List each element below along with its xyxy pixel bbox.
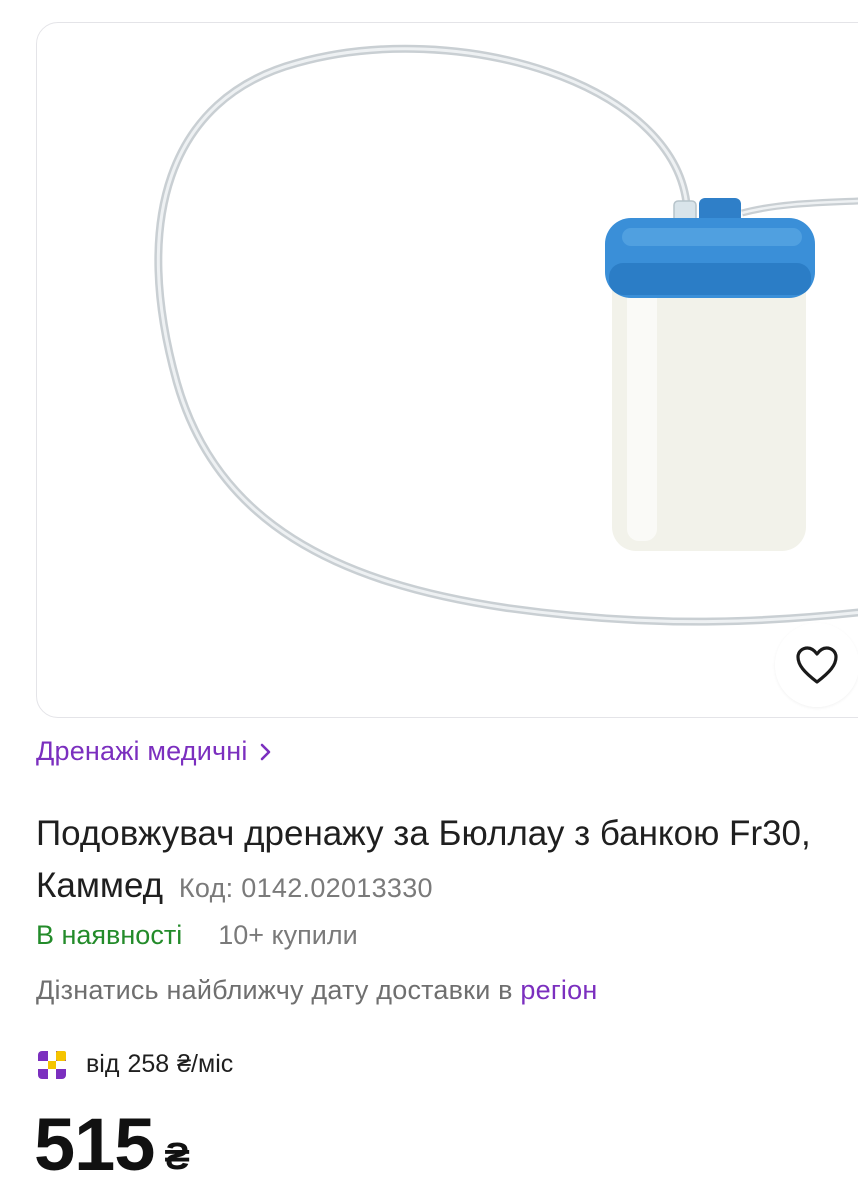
availability-row: В наявності 10+ купили bbox=[36, 920, 358, 951]
installment-offer[interactable]: від 258 ₴/міс bbox=[38, 1050, 233, 1079]
stock-status: В наявності bbox=[36, 920, 183, 950]
product-image bbox=[154, 44, 858, 626]
delivery-text: Дізнатись найближчу дату доставки в bbox=[36, 975, 513, 1005]
price-amount: 515 bbox=[34, 1103, 155, 1186]
product-page: Дренажі медичні Подовжувач дренажу за Бю… bbox=[0, 0, 858, 1200]
bought-count: 10+ купили bbox=[218, 920, 358, 950]
favorite-button[interactable] bbox=[775, 623, 858, 707]
region-link[interactable]: регіон bbox=[520, 975, 597, 1005]
product-code: Код: 0142.02013330 bbox=[178, 873, 433, 903]
price-block: 515 ₴ bbox=[34, 1108, 190, 1182]
product-image-card[interactable] bbox=[36, 22, 858, 718]
delivery-info: Дізнатись найближчу дату доставки в регі… bbox=[36, 975, 597, 1006]
price-currency: ₴ bbox=[164, 1136, 190, 1178]
installment-prefix: від bbox=[86, 1050, 120, 1078]
product-title-block: Подовжувач дренажу за Бюллау з банкою Fr… bbox=[36, 808, 836, 914]
installment-suffix: ₴/міс bbox=[177, 1050, 234, 1078]
chevron-right-icon bbox=[260, 742, 272, 762]
installment-amount: 258 bbox=[127, 1050, 170, 1078]
breadcrumb-label: Дренажі медичні bbox=[36, 736, 248, 766]
breadcrumb-category-link[interactable]: Дренажі медичні bbox=[36, 736, 272, 767]
installment-logo-icon bbox=[38, 1050, 66, 1079]
heart-outline-icon bbox=[796, 646, 838, 684]
